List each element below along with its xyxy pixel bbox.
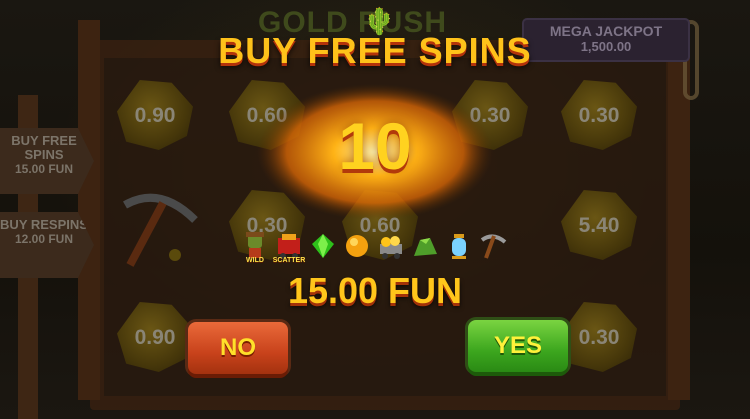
game-screen: GOLD RUSH 🌵 MEGA JACKPOT 1,500.00 0.90 0… <box>0 0 750 419</box>
cell-value: 0.90 <box>134 326 176 349</box>
symbol-label: SCATTER <box>272 257 306 264</box>
symbol-row: WILD SCATTER <box>240 230 510 266</box>
cell-value: 0.30 <box>578 326 620 349</box>
scatter-cart-icon: SCATTER <box>273 230 305 264</box>
pickaxe-icon <box>123 193 198 267</box>
sign-price: 12.00 FUN <box>14 232 74 246</box>
wild-miner-icon: WILD <box>240 230 270 264</box>
yes-button[interactable]: YES <box>468 320 568 372</box>
symbol-label: WILD <box>246 257 264 264</box>
reel-cell: 5.40 <box>557 186 641 264</box>
ore-cart-icon <box>376 230 406 262</box>
cell-value: 5.40 <box>578 214 620 237</box>
green-gem-icon <box>308 230 338 262</box>
modal-title: BUY FREE SPINS <box>218 30 532 71</box>
sign-title: BUY RESPINS <box>0 217 88 232</box>
buy-respins-sign[interactable]: BUY RESPINS 12.00 FUN <box>0 212 94 278</box>
lantern-icon <box>444 230 474 262</box>
spins-price: 15.00 FUN <box>287 270 463 311</box>
green-ore-icon <box>410 230 440 262</box>
left-beam <box>78 20 100 400</box>
gold-nugget-icon <box>342 230 372 262</box>
spins-count: 10 <box>338 109 412 183</box>
no-button[interactable]: NO <box>188 322 288 374</box>
pickaxe-icon <box>478 230 508 262</box>
